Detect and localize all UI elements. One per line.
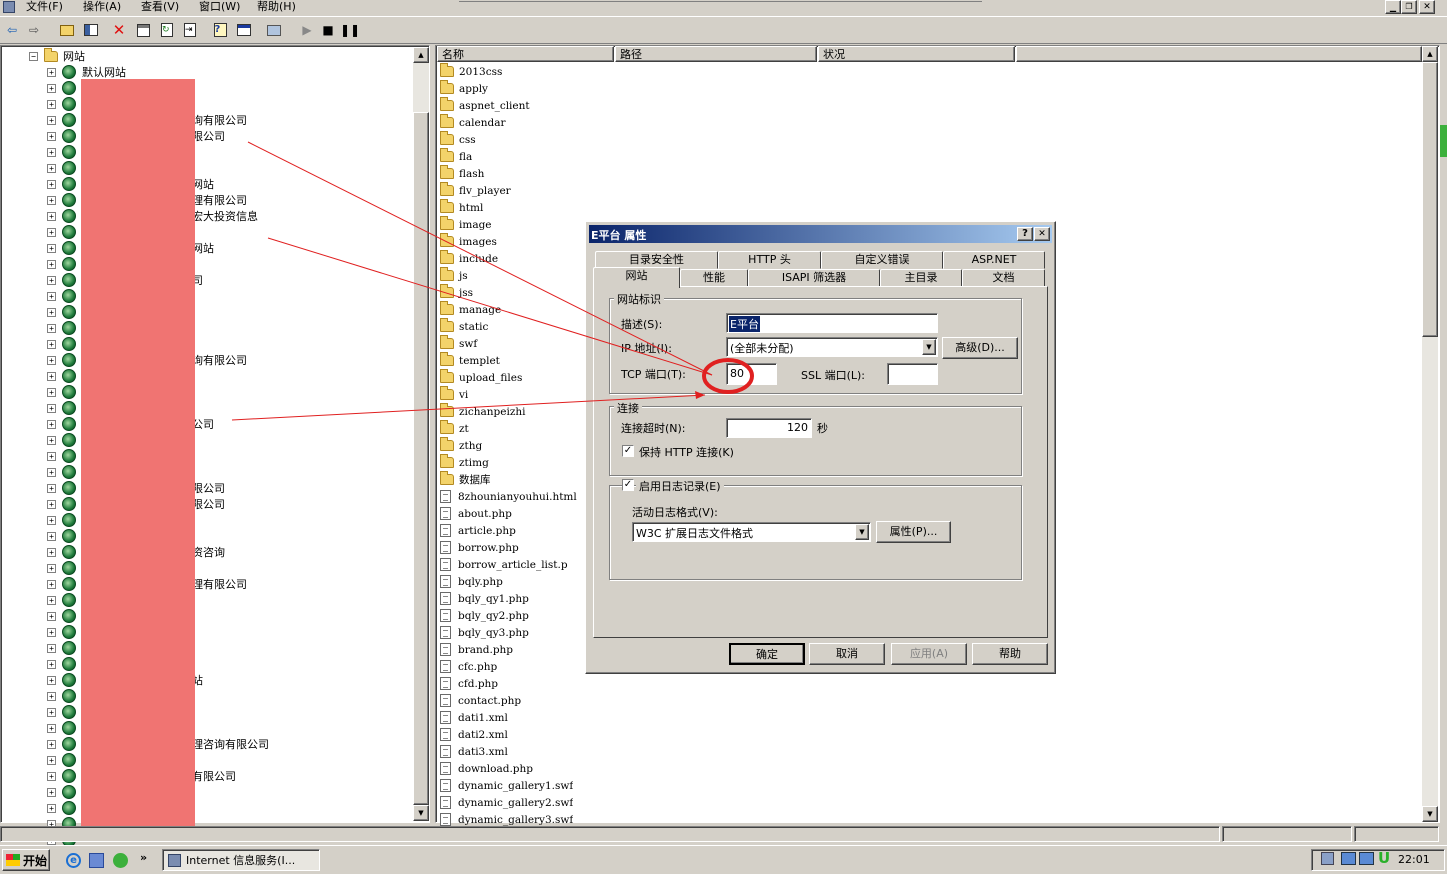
annotation-line-2 (267, 237, 713, 376)
annotation-overlay (231, 141, 754, 421)
annotation-line-3 (231, 394, 706, 421)
annotation-arrowhead (695, 391, 705, 399)
annotation-circle (702, 358, 754, 394)
tab-website[interactable]: 网站 (593, 267, 680, 288)
annotation-line-1 (247, 141, 713, 376)
